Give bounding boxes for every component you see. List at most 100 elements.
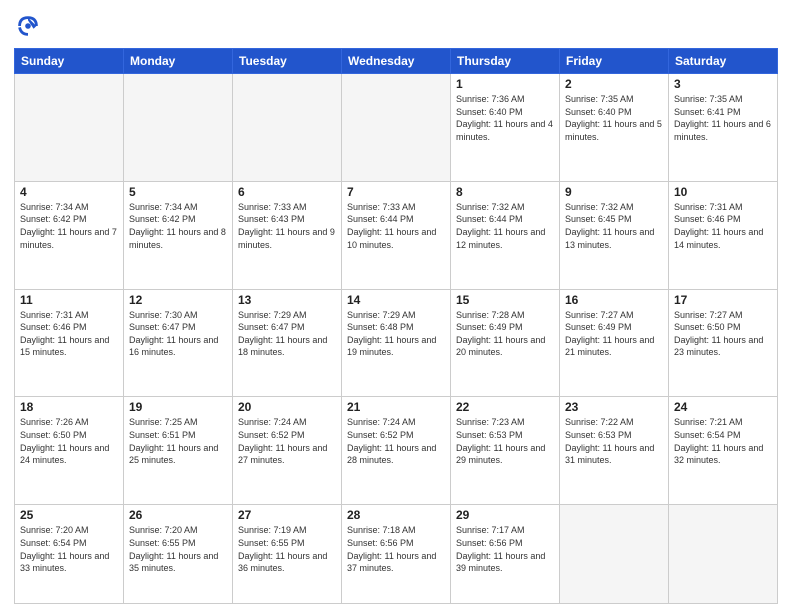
calendar-cell: 6Sunrise: 7:33 AM Sunset: 6:43 PM Daylig… [233,181,342,289]
day-number: 29 [456,508,554,522]
calendar-cell [15,74,124,182]
day-number: 21 [347,400,445,414]
day-info: Sunrise: 7:29 AM Sunset: 6:48 PM Dayligh… [347,309,445,359]
calendar-cell: 29 Sunrise: 7:17 AM Sunset: 6:56 PM Dayli… [451,505,560,604]
day-number: 27 [238,508,336,522]
calendar-cell: 28 Sunrise: 7:18 AM Sunset: 6:56 PM Dayli… [342,505,451,604]
day-number: 24 [674,400,772,414]
day-number: 15 [456,293,554,307]
calendar-cell [124,74,233,182]
day-number: 9 [565,185,663,199]
calendar-cell: 16 Sunrise: 7:27 AM Sunset: 6:49 PM Dayli… [560,289,669,397]
calendar-cell: 5 Sunrise: 7:34 AM Sunset: 6:42 PM Daylig… [124,181,233,289]
day-header-friday: Friday [560,49,669,74]
day-number: 22 [456,400,554,414]
day-info: Sunrise: 7:31 AM Sunset: 6:46 PM Dayligh… [674,201,772,251]
day-header-wednesday: Wednesday [342,49,451,74]
calendar-cell: 14 Sunrise: 7:29 AM Sunset: 6:48 PM Dayli… [342,289,451,397]
calendar-week-5: 25 Sunrise: 7:20 AM Sunset: 6:54 PM Dayli… [15,505,778,604]
logo [14,12,46,40]
calendar-cell: 26Sunrise: 7:20 AM Sunset: 6:55 PM Dayli… [124,505,233,604]
day-info: Sunrise: 7:17 AM Sunset: 6:56 PM Dayligh… [456,524,554,574]
day-number: 7 [347,185,445,199]
day-info: Sunrise: 7:35 AM Sunset: 6:40 PM Dayligh… [565,93,663,143]
day-number: 25 [20,508,118,522]
calendar-cell: 27 Sunrise: 7:19 AM Sunset: 6:55 PM Dayli… [233,505,342,604]
calendar-cell [233,74,342,182]
day-number: 3 [674,77,772,91]
day-header-saturday: Saturday [669,49,778,74]
day-info: Sunrise: 7:30 AM Sunset: 6:47 PM Dayligh… [129,309,227,359]
day-info: Sunrise: 7:31 AM Sunset: 6:46 PM Dayligh… [20,309,118,359]
calendar-cell: 15Sunrise: 7:28 AM Sunset: 6:49 PM Dayli… [451,289,560,397]
day-number: 16 [565,293,663,307]
calendar-cell: 17 Sunrise: 7:27 AM Sunset: 6:50 PM Dayli… [669,289,778,397]
calendar-cell: 1 Sunrise: 7:36 AM Sunset: 6:40 PM Daylig… [451,74,560,182]
day-number: 1 [456,77,554,91]
day-info: Sunrise: 7:29 AM Sunset: 6:47 PM Dayligh… [238,309,336,359]
calendar-cell [342,74,451,182]
page: SundayMondayTuesdayWednesdayThursdayFrid… [0,0,792,612]
calendar-cell: 22 Sunrise: 7:23 AM Sunset: 6:53 PM Dayli… [451,397,560,505]
logo-icon [14,12,42,40]
calendar-cell: 9 Sunrise: 7:32 AM Sunset: 6:45 PM Daylig… [560,181,669,289]
day-info: Sunrise: 7:32 AM Sunset: 6:44 PM Dayligh… [456,201,554,251]
day-number: 17 [674,293,772,307]
day-info: Sunrise: 7:27 AM Sunset: 6:50 PM Dayligh… [674,309,772,359]
day-info: Sunrise: 7:18 AM Sunset: 6:56 PM Dayligh… [347,524,445,574]
day-info: Sunrise: 7:33 AM Sunset: 6:44 PM Dayligh… [347,201,445,251]
day-number: 26 [129,508,227,522]
calendar-header-row: SundayMondayTuesdayWednesdayThursdayFrid… [15,49,778,74]
calendar-cell [560,505,669,604]
day-header-monday: Monday [124,49,233,74]
calendar-cell: 4 Sunrise: 7:34 AM Sunset: 6:42 PM Daylig… [15,181,124,289]
day-info: Sunrise: 7:20 AM Sunset: 6:54 PM Dayligh… [20,524,118,574]
day-info: Sunrise: 7:19 AM Sunset: 6:55 PM Dayligh… [238,524,336,574]
day-header-tuesday: Tuesday [233,49,342,74]
calendar-cell: 24 Sunrise: 7:21 AM Sunset: 6:54 PM Dayli… [669,397,778,505]
day-number: 11 [20,293,118,307]
day-info: Sunrise: 7:33 AM Sunset: 6:43 PM Dayligh… [238,201,336,251]
day-info: Sunrise: 7:25 AM Sunset: 6:51 PM Dayligh… [129,416,227,466]
day-info: Sunrise: 7:34 AM Sunset: 6:42 PM Dayligh… [129,201,227,251]
day-number: 18 [20,400,118,414]
day-info: Sunrise: 7:36 AM Sunset: 6:40 PM Dayligh… [456,93,554,143]
calendar-cell: 25 Sunrise: 7:20 AM Sunset: 6:54 PM Dayli… [15,505,124,604]
day-number: 14 [347,293,445,307]
day-number: 5 [129,185,227,199]
day-number: 2 [565,77,663,91]
day-number: 8 [456,185,554,199]
calendar-cell: 11 Sunrise: 7:31 AM Sunset: 6:46 PM Dayli… [15,289,124,397]
calendar-week-3: 11 Sunrise: 7:31 AM Sunset: 6:46 PM Dayli… [15,289,778,397]
day-info: Sunrise: 7:24 AM Sunset: 6:52 PM Dayligh… [238,416,336,466]
day-info: Sunrise: 7:35 AM Sunset: 6:41 PM Dayligh… [674,93,772,143]
day-info: Sunrise: 7:21 AM Sunset: 6:54 PM Dayligh… [674,416,772,466]
calendar-cell [669,505,778,604]
calendar-cell: 21 Sunrise: 7:24 AM Sunset: 6:52 PM Dayli… [342,397,451,505]
day-number: 23 [565,400,663,414]
calendar-cell: 19Sunrise: 7:25 AM Sunset: 6:51 PM Dayli… [124,397,233,505]
calendar-week-4: 18 Sunrise: 7:26 AM Sunset: 6:50 PM Dayli… [15,397,778,505]
calendar-cell: 7 Sunrise: 7:33 AM Sunset: 6:44 PM Daylig… [342,181,451,289]
day-header-sunday: Sunday [15,49,124,74]
day-number: 10 [674,185,772,199]
day-number: 4 [20,185,118,199]
calendar-week-2: 4 Sunrise: 7:34 AM Sunset: 6:42 PM Daylig… [15,181,778,289]
day-info: Sunrise: 7:26 AM Sunset: 6:50 PM Dayligh… [20,416,118,466]
calendar-cell: 13Sunrise: 7:29 AM Sunset: 6:47 PM Dayli… [233,289,342,397]
day-number: 20 [238,400,336,414]
calendar-cell: 23 Sunrise: 7:22 AM Sunset: 6:53 PM Dayli… [560,397,669,505]
day-number: 28 [347,508,445,522]
day-info: Sunrise: 7:27 AM Sunset: 6:49 PM Dayligh… [565,309,663,359]
calendar-cell: 18 Sunrise: 7:26 AM Sunset: 6:50 PM Dayli… [15,397,124,505]
day-info: Sunrise: 7:34 AM Sunset: 6:42 PM Dayligh… [20,201,118,251]
day-info: Sunrise: 7:24 AM Sunset: 6:52 PM Dayligh… [347,416,445,466]
day-info: Sunrise: 7:32 AM Sunset: 6:45 PM Dayligh… [565,201,663,251]
day-info: Sunrise: 7:22 AM Sunset: 6:53 PM Dayligh… [565,416,663,466]
calendar-table: SundayMondayTuesdayWednesdayThursdayFrid… [14,48,778,604]
day-info: Sunrise: 7:23 AM Sunset: 6:53 PM Dayligh… [456,416,554,466]
day-number: 12 [129,293,227,307]
calendar-cell: 10 Sunrise: 7:31 AM Sunset: 6:46 PM Dayli… [669,181,778,289]
day-header-thursday: Thursday [451,49,560,74]
calendar-cell: 12 Sunrise: 7:30 AM Sunset: 6:47 PM Dayli… [124,289,233,397]
